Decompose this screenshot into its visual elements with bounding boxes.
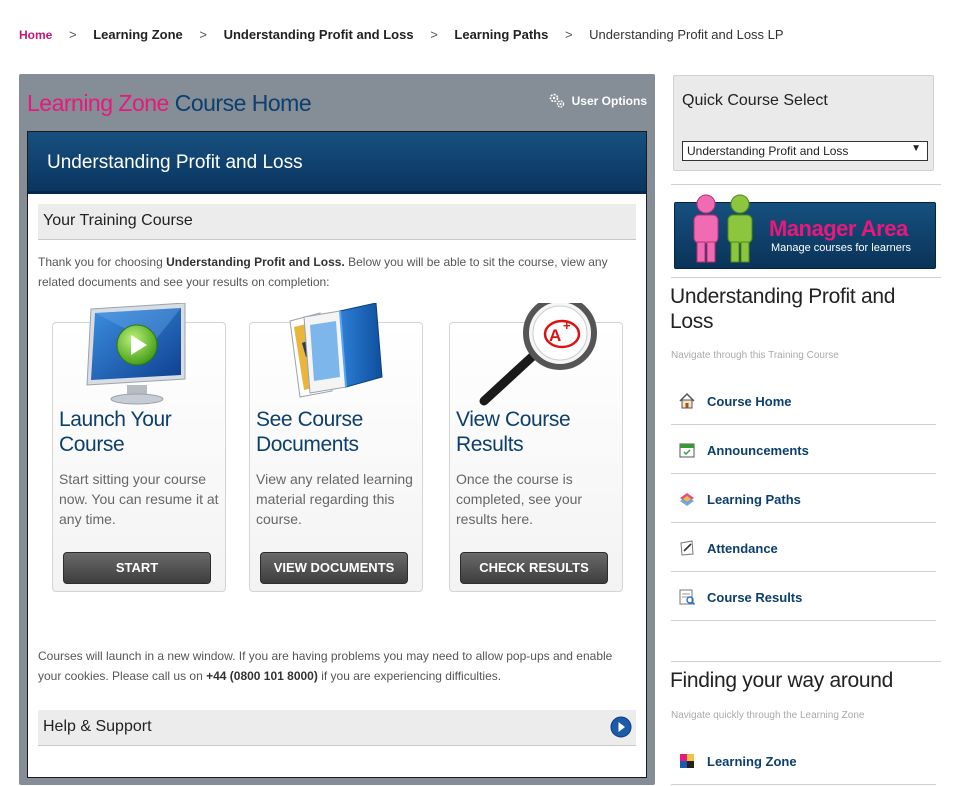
course-documents-card: See Course Documents View any related le… <box>249 303 423 592</box>
launch-course-card: Launch Your Course Start sitting your co… <box>52 303 226 592</box>
course-action-cards: Launch Your Course Start sitting your co… <box>52 303 624 592</box>
manager-area-title: Manager Area <box>769 216 908 241</box>
nav-item-label: Course Home <box>707 394 792 409</box>
course-documents-description: View any related learning material regar… <box>256 471 413 527</box>
intro-course-name: Understanding Profit and Loss. <box>166 255 345 269</box>
documents-icon <box>289 303 383 398</box>
course-banner-title: Understanding Profit and Loss <box>28 132 646 194</box>
nav-item-course-results[interactable]: Course Results <box>671 572 936 621</box>
page-title-course-home: Course Home <box>174 90 312 116</box>
page-title-learning-zone: Learning Zone <box>27 90 169 116</box>
results-icon <box>679 589 696 606</box>
svg-text:A: A <box>549 326 561 345</box>
check-results-button[interactable]: CHECK RESULTS <box>460 552 608 584</box>
nav-item-announcements[interactable]: Announcements <box>671 425 936 474</box>
svg-text:+: + <box>563 318 571 333</box>
house-icon <box>679 392 695 409</box>
monitor-play-icon <box>86 303 186 405</box>
launch-course-description: Start sitting your course now. You can r… <box>59 471 219 527</box>
start-button[interactable]: START <box>63 552 211 584</box>
help-support-title: Help & Support <box>43 718 152 735</box>
nav-item-attendance[interactable]: Attendance <box>671 523 936 572</box>
support-phone: +44 (0800 101 8000) <box>206 669 318 683</box>
breadcrumb-separator: > <box>199 27 207 42</box>
course-results-card: A + View Course Results Once the course … <box>449 303 623 592</box>
find-way-subtitle: Navigate quickly through the Learning Zo… <box>671 710 865 721</box>
breadcrumb-course-link[interactable]: Understanding Profit and Loss <box>224 27 414 42</box>
course-select-value: Understanding Profit and Loss <box>687 144 849 158</box>
divider <box>671 184 941 185</box>
nav-item-label: Course Results <box>707 590 803 605</box>
intro-text: Thank you for choosing Understanding Pro… <box>38 252 634 292</box>
breadcrumb-separator: > <box>564 27 573 42</box>
manager-area-banner[interactable]: Manager Area Manage courses for learners <box>674 194 936 269</box>
paths-icon <box>680 493 694 506</box>
quick-course-select: Quick Course Select Understanding Profit… <box>673 75 934 171</box>
learning-zone-icon <box>680 754 694 768</box>
divider <box>671 277 941 278</box>
page-title: Learning Zone Course Home <box>27 90 312 117</box>
arrow-right-icon[interactable] <box>610 716 632 738</box>
breadcrumb-home-link[interactable]: Home <box>19 28 52 42</box>
view-documents-button[interactable]: VIEW DOCUMENTS <box>260 552 408 584</box>
course-results-description: Once the course is completed, see your r… <box>456 471 583 527</box>
launch-course-title: Launch Your Course <box>59 408 172 456</box>
find-way-title: Finding your way around <box>670 669 894 692</box>
breadcrumb-separator: > <box>430 27 438 42</box>
user-options-button[interactable]: User Options <box>548 92 647 110</box>
course-home-panel: Learning Zone Course Home User Options U… <box>19 74 655 785</box>
course-nav-subtitle: Navigate through this Training Course <box>671 350 839 361</box>
course-content: Understanding Profit and Loss Your Train… <box>27 131 647 778</box>
breadcrumb-learning-paths-link[interactable]: Learning Paths <box>454 27 548 42</box>
breadcrumb-learning-zone-link[interactable]: Learning Zone <box>93 27 183 42</box>
course-nav-title: Understanding Profit and Loss <box>670 285 896 333</box>
nav-item-learning-zone[interactable]: Learning Zone <box>671 736 936 785</box>
nav-item-label: Learning Zone <box>707 754 797 769</box>
nav-item-label: Announcements <box>707 443 809 458</box>
gears-icon <box>549 93 564 108</box>
nav-item-course-home[interactable]: Course Home <box>671 376 936 425</box>
breadcrumb-separator: > <box>68 27 77 42</box>
popup-notice-end: if you are experiencing difficulties. <box>317 669 502 683</box>
manager-area-subtitle: Manage courses for learners <box>771 242 912 254</box>
intro-text-start: Thank you for choosing <box>38 255 167 269</box>
divider <box>671 661 941 662</box>
course-results-title: View Course Results <box>456 408 571 456</box>
user-options-label: User Options <box>571 94 647 108</box>
course-documents-title: See Course Documents <box>256 408 363 456</box>
users-icon <box>693 194 753 263</box>
magnifier-grade-icon: A + <box>479 303 597 406</box>
help-support-section[interactable]: Help & Support <box>38 710 636 746</box>
nav-item-label: Attendance <box>707 541 778 556</box>
nav-item-label: Learning Paths <box>707 492 801 507</box>
pen-icon <box>680 540 694 556</box>
course-select-dropdown[interactable]: Understanding Profit and Loss ▼ <box>682 141 928 161</box>
nav-item-learning-paths[interactable]: Learning Paths <box>671 474 936 523</box>
popup-notice: Courses will launch in a new window. If … <box>38 646 638 686</box>
quick-course-select-title: Quick Course Select <box>682 92 828 109</box>
breadcrumb-current: Understanding Profit and Loss LP <box>589 27 784 42</box>
calendar-icon <box>679 443 695 458</box>
section-heading-training-course: Your Training Course <box>38 204 636 240</box>
breadcrumb: Home > Learning Zone > Understanding Pro… <box>19 27 784 42</box>
dropdown-caret-icon: ▼ <box>911 143 921 154</box>
